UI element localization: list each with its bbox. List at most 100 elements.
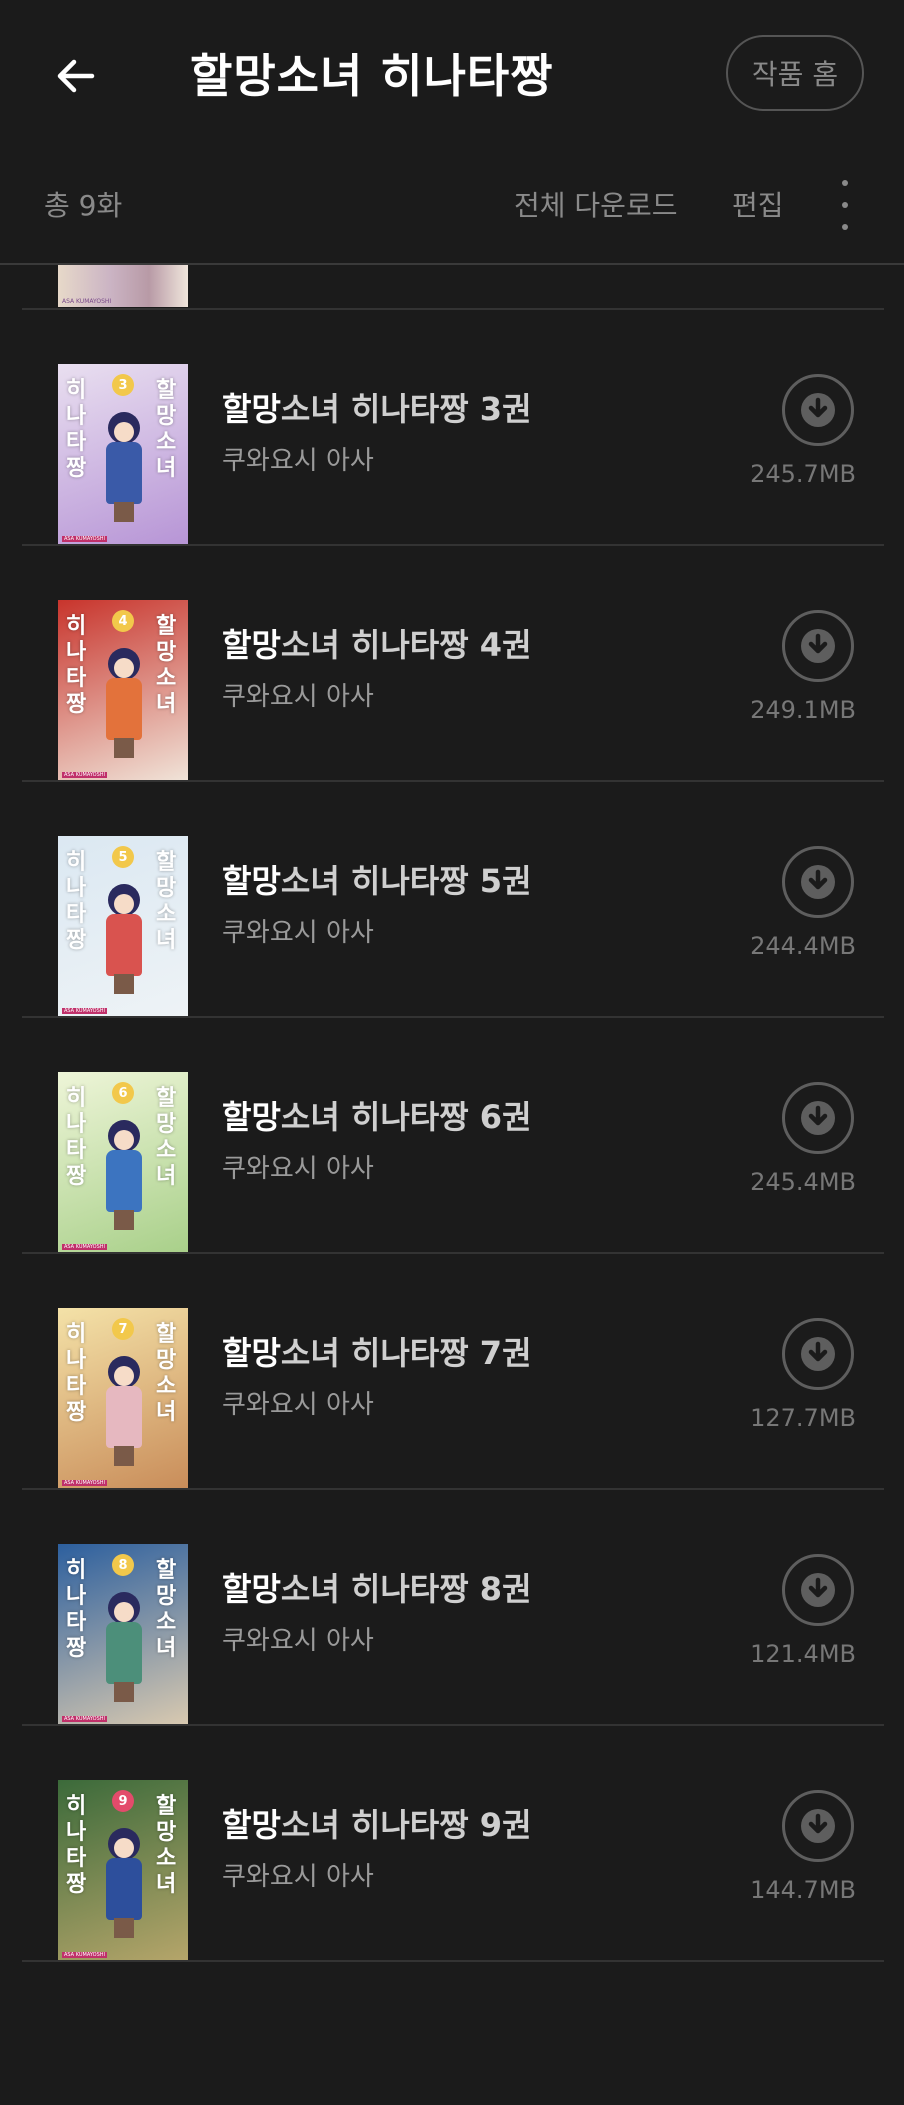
volume-title-rest: 소녀 히나타짱 3권 — [280, 390, 532, 428]
cover-title-right: 할망소녀 — [156, 1086, 177, 1189]
cover-author-tag: ASA KUMAYOSHI — [62, 536, 107, 542]
cover-title-right: 할망소녀 — [156, 1322, 177, 1425]
volume-title[interactable]: 할망소녀 히나타짱 5권 — [222, 856, 532, 902]
cover-volume-badge: 5 — [112, 846, 134, 868]
cover-author-tag: ASA KUMAYOSHI — [62, 1952, 107, 1958]
download-icon — [801, 1573, 835, 1607]
cover-author-tag: ASA KUMAYOSHI — [62, 1008, 107, 1014]
volume-title[interactable]: 할망소녀 히나타짱 8권 — [222, 1564, 532, 1610]
cover-volume-badge: 6 — [112, 1082, 134, 1104]
cover-volume-badge: 3 — [112, 374, 134, 396]
volume-title[interactable]: 할망소녀 히나타짱 6권 — [222, 1092, 532, 1138]
volume-title-highlight: 할망 — [222, 1334, 281, 1372]
cover-character-illustration — [100, 648, 148, 758]
volume-row[interactable]: 히나타짱 7 할망소녀 ASA KUMAYOSHI 할망소녀 히나타짱 7권 쿠와요시 아… — [0, 1254, 904, 1488]
cover-thumbnail[interactable]: 히나타짱 8 할망소녀 ASA KUMAYOSHI — [58, 1544, 188, 1724]
volume-title-rest: 소녀 히나타짱 8권 — [280, 1570, 532, 1608]
volume-author: 쿠와요시 아사 — [222, 1390, 374, 1420]
cover-title-left: 히나타짱 — [66, 1794, 87, 1897]
list-divider — [22, 1960, 884, 1962]
volume-title-rest: 소녀 히나타짱 4권 — [280, 626, 532, 664]
volume-row[interactable]: 히나타짱 6 할망소녀 ASA KUMAYOSHI 할망소녀 히나타짱 6권 쿠와요시 아… — [0, 1018, 904, 1252]
cover-thumbnail[interactable]: 히나타짱 4 할망소녀 ASA KUMAYOSHI — [58, 600, 188, 780]
volume-title-highlight: 할망 — [222, 1570, 281, 1608]
volume-row[interactable]: 히나타짱 8 할망소녀 ASA KUMAYOSHI 할망소녀 히나타짱 8권쿠와요시 아… — [0, 1490, 904, 1724]
cover-character-illustration — [100, 412, 148, 522]
volume-row[interactable]: 히나타짱 5 할망소녀 ASA KUMAYOSHI 할망소녀 히나타짱 5권쿠와요시 아… — [0, 782, 904, 1016]
page-title: 할망소녀 히나타짱 — [190, 49, 554, 103]
cover-volume-badge: 7 — [112, 1318, 134, 1340]
partial-cover-thumbnail[interactable]: ASA KUMAYOSHI — [58, 265, 188, 307]
cover-volume-badge: 8 — [112, 1554, 134, 1576]
download-button[interactable] — [782, 610, 854, 682]
volume-title-rest: 소녀 히나타짱 9권 — [280, 1806, 532, 1844]
download-icon — [801, 1101, 835, 1135]
cover-character-illustration — [100, 884, 148, 994]
cover-author-tag: ASA KUMAYOSHI — [62, 1716, 107, 1722]
volume-title-highlight: 할망 — [222, 862, 281, 900]
cover-character-illustration — [100, 1120, 148, 1230]
cover-thumbnail[interactable]: 히나타짱 3 할망소녀 ASA KUMAYOSHI — [58, 364, 188, 544]
cover-title-right: 할망소녀 — [156, 1558, 177, 1661]
download-icon — [801, 393, 835, 427]
arrow-left-icon — [57, 59, 95, 93]
file-size: 121.4MB — [750, 1640, 856, 1668]
cover-title-left: 히나타짱 — [66, 1322, 87, 1425]
cover-thumbnail[interactable]: 히나타짱 9 할망소녀 ASA KUMAYOSHI — [58, 1780, 188, 1960]
cover-title-right: 할망소녀 — [156, 850, 177, 953]
cover-title-right: 할망소녀 — [156, 614, 177, 717]
volume-title-rest: 소녀 히나타짱 7권 — [280, 1334, 532, 1372]
cover-author-tag: ASA KUMAYOSHI — [62, 298, 112, 305]
download-button[interactable] — [782, 374, 854, 446]
file-size: 245.4MB — [750, 1168, 856, 1196]
cover-title-right: 할망소녀 — [156, 378, 177, 481]
more-options-button[interactable] — [830, 180, 860, 230]
cover-title-left: 히나타짱 — [66, 850, 87, 953]
cover-author-tag: ASA KUMAYOSHI — [62, 772, 107, 778]
volume-row[interactable]: 히나타짱 4 할망소녀 ASA KUMAYOSHI 할망소녀 히나타짱 4권쿠와요시 아… — [0, 546, 904, 780]
download-icon — [801, 865, 835, 899]
volume-row[interactable]: 히나타짱 3 할망소녀 ASA KUMAYOSHI 할망소녀 히나타짱 3권쿠와요시 아… — [0, 310, 904, 544]
volume-author: 쿠와요시 아사 — [222, 446, 374, 476]
cover-title-left: 히나타짱 — [66, 1086, 87, 1189]
download-button[interactable] — [782, 846, 854, 918]
back-button[interactable] — [44, 44, 108, 108]
download-button[interactable] — [782, 1554, 854, 1626]
volume-title[interactable]: 할망소녀 히나타짱 9권 — [222, 1800, 532, 1846]
file-size: 249.1MB — [750, 696, 856, 724]
cover-volume-badge: 9 — [112, 1790, 134, 1812]
cover-title-left: 히나타짱 — [66, 1558, 87, 1661]
cover-title-left: 히나타짱 — [66, 614, 87, 717]
download-button[interactable] — [782, 1082, 854, 1154]
cover-thumbnail[interactable]: 히나타짱 7 할망소녀 ASA KUMAYOSHI — [58, 1308, 188, 1488]
volume-author: 쿠와요시 아사 — [222, 1862, 374, 1892]
volume-title-highlight: 할망 — [222, 626, 281, 664]
download-icon — [801, 1809, 835, 1843]
download-button[interactable] — [782, 1318, 854, 1390]
volume-title[interactable]: 할망소녀 히나타짱 7권 — [222, 1328, 532, 1374]
volume-title-highlight: 할망 — [222, 390, 281, 428]
cover-thumbnail[interactable]: 히나타짱 6 할망소녀 ASA KUMAYOSHI — [58, 1072, 188, 1252]
cover-thumbnail[interactable]: 히나타짱 5 할망소녀 ASA KUMAYOSHI — [58, 836, 188, 1016]
volume-title[interactable]: 할망소녀 히나타짱 3권 — [222, 384, 532, 430]
cover-title-right: 할망소녀 — [156, 1794, 177, 1897]
volume-author: 쿠와요시 아사 — [222, 1626, 374, 1656]
download-all-button[interactable]: 전체 다운로드 — [514, 184, 677, 224]
series-home-button[interactable]: 작품 홈 — [726, 35, 864, 111]
download-button[interactable] — [782, 1790, 854, 1862]
top-app-bar: 할망소녀 히나타짱 작품 홈 — [0, 0, 904, 150]
edit-button[interactable]: 편집 — [732, 184, 784, 224]
cover-author-tag: ASA KUMAYOSHI — [62, 1244, 107, 1250]
cover-character-illustration — [100, 1828, 148, 1938]
volume-row[interactable]: 히나타짱 9 할망소녀 ASA KUMAYOSHI 할망소녀 히나타짱 9권쿠와요시 아… — [0, 1726, 904, 1960]
download-icon — [801, 629, 835, 663]
volume-title-rest: 소녀 히나타짱 6권 — [280, 1098, 532, 1136]
cover-character-illustration — [100, 1592, 148, 1702]
volume-author: 쿠와요시 아사 — [222, 682, 374, 712]
file-size: 127.7MB — [750, 1404, 856, 1432]
file-size: 244.4MB — [750, 932, 856, 960]
cover-title-left: 히나타짱 — [66, 378, 87, 481]
volume-author: 쿠와요시 아사 — [222, 918, 374, 948]
volume-title[interactable]: 할망소녀 히나타짱 4권 — [222, 620, 532, 666]
cover-volume-badge: 4 — [112, 610, 134, 632]
